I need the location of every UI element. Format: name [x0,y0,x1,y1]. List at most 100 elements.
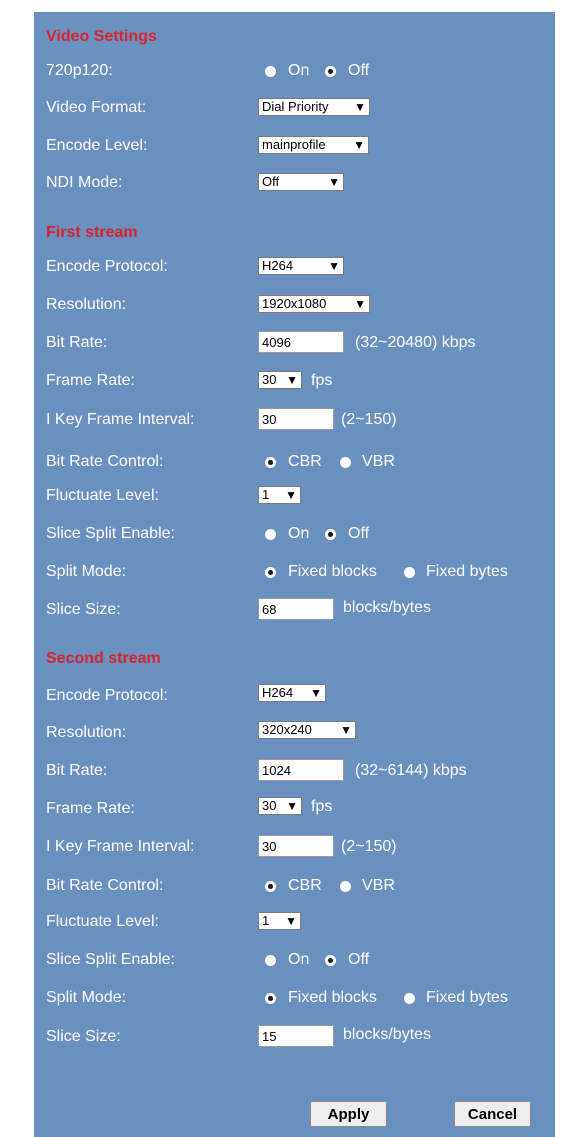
label-bit-rate-2: Bit Rate: [46,762,108,779]
radio-720p120-on-label: On [288,62,310,79]
section-title-first-stream: First stream [46,224,138,241]
radio-cbr-label-2: CBR [288,877,322,894]
chevron-down-icon: ▼ [285,914,297,928]
label-split-mode-1: Split Mode: [46,563,127,580]
label-slice-size-1: Slice Size: [46,601,121,618]
frame-rate-select-1[interactable]: 30 ▼ [258,371,302,389]
fluctuate-level-value-1: 1 [262,487,270,502]
label-fluctuate-level-1: Fluctuate Level: [46,487,159,504]
label-slice-size-2: Slice Size: [46,1028,121,1045]
i-key-frame-interval-range-2: (2~150) [341,838,397,855]
label-encode-protocol-2: Encode Protocol: [46,687,168,704]
chevron-down-icon: ▼ [328,259,340,273]
frame-rate-unit-2: fps [311,798,333,815]
label-fluctuate-level-2: Fluctuate Level: [46,913,159,930]
label-ndi-mode: NDI Mode: [46,174,123,191]
radio-vbr-label-2: VBR [362,877,395,894]
radio-fixed-bytes-1[interactable] [404,567,415,578]
slice-size-unit-2: blocks/bytes [343,1026,432,1043]
radio-slice-split-off-label-1: Off [348,525,370,542]
radio-slice-split-on-2[interactable] [265,955,276,966]
radio-fixed-blocks-label-2: Fixed blocks [288,989,377,1006]
radio-fixed-blocks-2[interactable] [265,993,276,1004]
radio-slice-split-off-1[interactable] [325,529,336,540]
radio-fixed-blocks-label-1: Fixed blocks [288,563,377,580]
section-title-video-settings: Video Settings [46,28,157,45]
encode-level-select[interactable]: mainprofile ▼ [258,136,369,154]
label-i-key-frame-interval-2: I Key Frame Interval: [46,838,195,855]
chevron-down-icon: ▼ [354,100,366,114]
chevron-down-icon: ▼ [353,138,365,152]
frame-rate-unit-1: fps [311,372,333,389]
resolution-value-2: 320x240 [262,722,312,737]
encode-protocol-select-2[interactable]: H264 ▼ [258,684,326,702]
ndi-mode-value: Off [262,174,280,189]
frame-rate-select-2[interactable]: 30 ▼ [258,797,302,815]
section-title-second-stream: Second stream [46,650,161,667]
label-encode-level: Encode Level: [46,137,148,154]
label-bit-rate-1: Bit Rate: [46,334,108,351]
radio-fixed-blocks-1[interactable] [265,567,276,578]
label-split-mode-2: Split Mode: [46,989,127,1006]
encode-protocol-value-2: H264 [262,685,294,700]
radio-slice-split-on-label-1: On [288,525,310,542]
frame-rate-value-2: 30 [262,798,277,813]
resolution-select-2[interactable]: 320x240 ▼ [258,721,356,739]
label-resolution-1: Resolution: [46,296,127,313]
chevron-down-icon: ▼ [285,488,297,502]
radio-vbr-1[interactable] [340,457,351,468]
i-key-frame-interval-input-1[interactable] [258,408,334,430]
label-video-format: Video Format: [46,99,147,116]
radio-cbr-label-1: CBR [288,453,322,470]
radio-720p120-on[interactable] [265,66,276,77]
cancel-button[interactable]: Cancel [454,1101,531,1127]
slice-size-input-2[interactable] [258,1025,334,1047]
radio-fixed-bytes-label-2: Fixed bytes [426,989,508,1006]
chevron-down-icon: ▼ [310,686,322,700]
resolution-select-1[interactable]: 1920x1080 ▼ [258,295,370,313]
radio-vbr-label-1: VBR [362,453,395,470]
encode-protocol-value-1: H264 [262,258,294,273]
label-resolution-2: Resolution: [46,724,127,741]
resolution-value-1: 1920x1080 [262,296,327,311]
radio-slice-split-on-1[interactable] [265,529,276,540]
label-slice-split-enable-1: Slice Split Enable: [46,525,175,542]
radio-slice-split-off-2[interactable] [325,955,336,966]
radio-720p120-off-label: Off [348,62,370,79]
bit-rate-range-1: (32~20480) kbps [355,334,476,351]
radio-cbr-1[interactable] [265,457,276,468]
chevron-down-icon: ▼ [286,799,298,813]
radio-fixed-bytes-2[interactable] [404,993,415,1004]
chevron-down-icon: ▼ [328,175,340,189]
bit-rate-range-2: (32~6144) kbps [355,762,467,779]
fluctuate-level-select-1[interactable]: 1 ▼ [258,486,301,504]
chevron-down-icon: ▼ [286,373,298,387]
radio-720p120-off[interactable] [325,66,336,77]
apply-button[interactable]: Apply [310,1101,387,1127]
label-frame-rate-1: Frame Rate: [46,372,135,389]
label-bit-rate-control-1: Bit Rate Control: [46,453,164,470]
slice-size-unit-1: blocks/bytes [343,599,432,616]
encode-level-value: mainprofile [262,137,326,152]
label-bit-rate-control-2: Bit Rate Control: [46,877,164,894]
video-format-value: Dial Priority [262,99,329,114]
i-key-frame-interval-input-2[interactable] [258,835,334,857]
radio-slice-split-on-label-2: On [288,951,310,968]
frame-rate-value-1: 30 [262,372,277,387]
slice-size-input-1[interactable] [258,598,334,620]
label-slice-split-enable-2: Slice Split Enable: [46,951,175,968]
label-encode-protocol-1: Encode Protocol: [46,258,168,275]
radio-slice-split-off-label-2: Off [348,951,370,968]
video-format-select[interactable]: Dial Priority ▼ [258,98,370,116]
radio-cbr-2[interactable] [265,881,276,892]
i-key-frame-interval-range-1: (2~150) [341,411,397,428]
bit-rate-input-2[interactable] [258,759,344,781]
ndi-mode-select[interactable]: Off ▼ [258,173,344,191]
label-frame-rate-2: Frame Rate: [46,800,135,817]
radio-vbr-2[interactable] [340,881,351,892]
encode-protocol-select-1[interactable]: H264 ▼ [258,257,344,275]
fluctuate-level-select-2[interactable]: 1 ▼ [258,912,301,930]
label-720p120: 720p120: [46,62,113,79]
fluctuate-level-value-2: 1 [262,913,270,928]
bit-rate-input-1[interactable] [258,331,344,353]
